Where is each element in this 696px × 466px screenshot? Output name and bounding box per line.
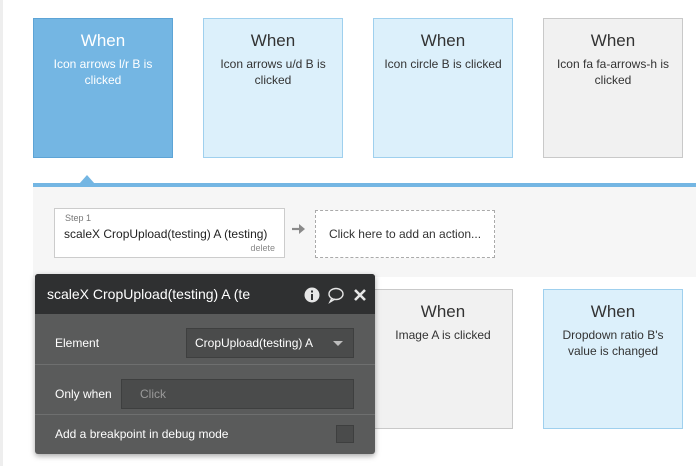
- property-editor: scaleX CropUpload(testing) A (te Element…: [35, 274, 375, 454]
- element-select-value: CropUpload(testing) A: [195, 336, 314, 350]
- info-icon[interactable]: [303, 286, 321, 304]
- workflow-step-card[interactable]: Step 1 scaleX CropUpload(testing) A (tes…: [54, 208, 285, 258]
- event-card[interactable]: When Dropdown ratio B's value is changed: [543, 289, 683, 429]
- element-label: Element: [55, 336, 100, 350]
- step-number-label: Step 1: [65, 213, 92, 223]
- divider: [35, 414, 375, 415]
- event-card[interactable]: When Icon circle B is clicked: [373, 18, 513, 158]
- event-card[interactable]: When Icon arrows u/d B is clicked: [203, 18, 343, 158]
- add-action-button[interactable]: Click here to add an action...: [315, 210, 495, 258]
- only-when-placeholder: Click: [140, 387, 166, 401]
- comment-icon[interactable]: [327, 286, 345, 304]
- event-description: Dropdown ratio B's value is changed: [562, 328, 664, 358]
- delete-step-link[interactable]: delete: [250, 243, 275, 253]
- step-title: scaleX CropUpload(testing) A (testing): [64, 227, 268, 241]
- event-when-label: When: [250, 31, 296, 50]
- close-icon[interactable]: [351, 286, 369, 304]
- property-editor-title: scaleX CropUpload(testing) A (te: [47, 286, 251, 302]
- property-editor-header[interactable]: scaleX CropUpload(testing) A (te: [35, 274, 375, 314]
- workflow-actions-panel: Step 1 scaleX CropUpload(testing) A (tes…: [33, 183, 696, 277]
- event-description: Icon circle B is clicked: [384, 57, 502, 71]
- event-when-label: When: [420, 31, 466, 50]
- canvas-left-border: [0, 0, 3, 466]
- only-when-label: Only when: [55, 387, 112, 401]
- event-when-label: When: [80, 31, 126, 50]
- breakpoint-checkbox[interactable]: [336, 425, 354, 443]
- breakpoint-label: Add a breakpoint in debug mode: [55, 427, 229, 441]
- event-card[interactable]: When Icon fa fa-arrows-h is clicked: [543, 18, 683, 158]
- event-card-selected[interactable]: When Icon arrows l/r B is clicked: [33, 18, 173, 158]
- event-description: Icon fa fa-arrows-h is clicked: [556, 57, 670, 87]
- arrow-right-icon: [292, 224, 305, 234]
- event-when-label: When: [590, 31, 636, 50]
- event-card[interactable]: When Image A is clicked: [373, 289, 513, 429]
- element-select[interactable]: CropUpload(testing) A: [186, 328, 354, 358]
- event-when-label: When: [420, 302, 466, 321]
- chevron-down-icon: [333, 341, 343, 346]
- event-description: Icon arrows u/d B is clicked: [220, 57, 326, 87]
- divider: [35, 364, 375, 365]
- event-description: Image A is clicked: [395, 328, 491, 342]
- event-description: Icon arrows l/r B is clicked: [53, 57, 153, 87]
- only-when-input[interactable]: Click: [121, 379, 354, 409]
- event-when-label: When: [590, 302, 636, 321]
